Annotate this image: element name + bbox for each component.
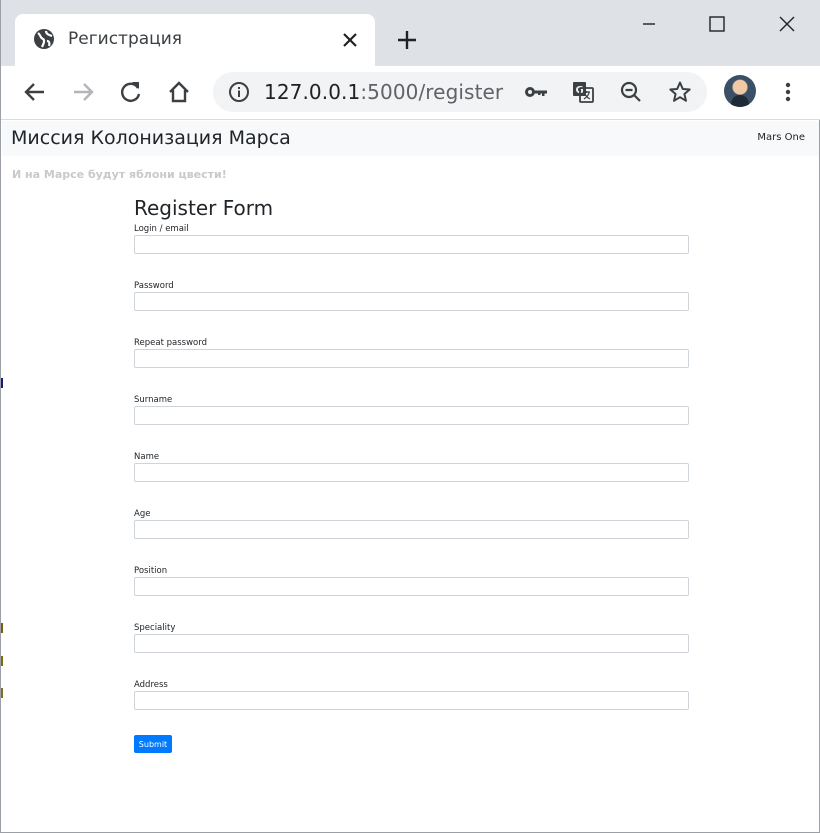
edge-artifact <box>1 378 3 388</box>
address-label: Address <box>134 680 168 690</box>
repeat-password-label: Repeat password <box>134 338 207 348</box>
zoom-out-icon[interactable] <box>619 80 643 104</box>
age-label: Age <box>134 509 151 519</box>
browser-tab[interactable]: Регистрация <box>15 14 375 66</box>
edge-artifact <box>1 623 3 633</box>
url-host: 127.0.0.1 <box>264 80 361 104</box>
age-input[interactable] <box>134 520 689 539</box>
url-text[interactable]: 127.0.0.1:5000/register <box>264 80 503 104</box>
speciality-field-group: Speciality <box>134 623 690 653</box>
back-icon[interactable] <box>22 79 48 105</box>
site-navbar: Миссия Колонизация Марса Mars One <box>2 121 819 156</box>
address-field-group: Address <box>134 680 690 710</box>
surname-label: Surname <box>134 395 173 405</box>
nav-link-mars-one[interactable]: Mars One <box>757 132 805 143</box>
repeat-password-input[interactable] <box>134 349 689 368</box>
close-window-icon[interactable] <box>775 12 799 36</box>
name-field-group: Name <box>134 452 690 482</box>
new-tab-icon[interactable] <box>395 28 419 52</box>
star-icon[interactable] <box>668 80 692 104</box>
speciality-label: Speciality <box>134 623 176 633</box>
age-field-group: Age <box>134 509 690 539</box>
edge-artifact <box>1 688 3 698</box>
password-label: Password <box>134 281 174 291</box>
browser-toolbar: 127.0.0.1:5000/register G <box>1 66 820 120</box>
address-input[interactable] <box>134 691 689 710</box>
edge-artifact <box>1 656 3 666</box>
globe-icon <box>33 28 55 50</box>
name-input[interactable] <box>134 463 689 482</box>
surname-field-group: Surname <box>134 395 690 425</box>
password-field-group: Password <box>134 281 690 311</box>
tab-title: Регистрация <box>68 29 182 49</box>
surname-input[interactable] <box>134 406 689 425</box>
home-icon[interactable] <box>166 79 192 105</box>
info-icon[interactable] <box>228 81 250 103</box>
close-tab-icon[interactable] <box>339 29 361 51</box>
more-menu-icon[interactable] <box>775 79 801 105</box>
address-bar[interactable]: 127.0.0.1:5000/register G <box>213 72 707 112</box>
position-field-group: Position <box>134 566 690 596</box>
form-title: Register Form <box>134 196 274 220</box>
login-email-label: Login / email <box>134 224 189 234</box>
speciality-input[interactable] <box>134 634 689 653</box>
profile-avatar[interactable] <box>724 75 756 107</box>
reload-icon[interactable] <box>118 79 144 105</box>
site-brand[interactable]: Миссия Колонизация Марса <box>11 127 291 149</box>
maximize-icon[interactable] <box>705 12 729 36</box>
position-label: Position <box>134 566 168 576</box>
site-tagline: И на Марсе будут яблони цвести! <box>12 168 227 181</box>
browser-window: Регистрация 127.0.0.1:5000/register G Ми… <box>0 0 820 833</box>
minimize-icon[interactable] <box>637 12 661 36</box>
password-input[interactable] <box>134 292 689 311</box>
repeat-password-field-group: Repeat password <box>134 338 690 368</box>
key-icon[interactable] <box>524 81 548 103</box>
url-path: :5000/register <box>360 80 504 104</box>
login-email-field-group: Login / email <box>134 224 690 254</box>
name-label: Name <box>134 452 160 462</box>
login-email-input[interactable] <box>134 235 689 254</box>
translate-icon[interactable]: G <box>571 80 595 104</box>
forward-icon[interactable] <box>70 79 96 105</box>
submit-button[interactable]: Submit <box>134 735 172 753</box>
tab-strip: Регистрация <box>1 0 820 66</box>
position-input[interactable] <box>134 577 689 596</box>
